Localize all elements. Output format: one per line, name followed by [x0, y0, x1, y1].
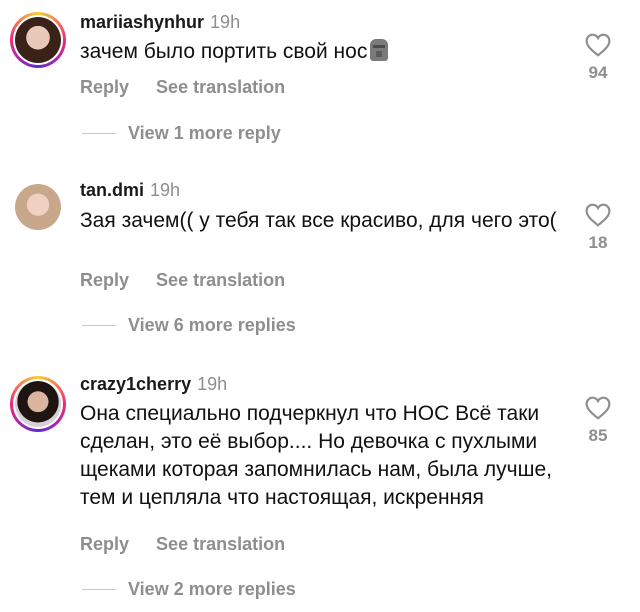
reply-button[interactable]: Reply: [80, 534, 129, 554]
username[interactable]: mariiashynhur: [80, 12, 204, 32]
view-replies-label: View 1 more reply: [128, 123, 281, 143]
comment-header: crazy1cherry 19h: [80, 374, 227, 395]
divider: [82, 589, 116, 590]
avatar: [15, 17, 61, 63]
view-replies-button[interactable]: View 6 more replies: [82, 315, 296, 336]
reply-button[interactable]: Reply: [80, 77, 129, 97]
comment-text: Зая зачем(( у тебя так все красиво, для …: [80, 209, 557, 232]
view-replies-button[interactable]: View 1 more reply: [82, 123, 281, 144]
comment-actions: Reply See translation: [80, 534, 307, 555]
like-control: 18: [582, 203, 614, 253]
divider: [82, 325, 116, 326]
like-count: 85: [588, 426, 608, 445]
timestamp: 19h: [150, 180, 181, 200]
heart-outline-icon[interactable]: [585, 203, 611, 227]
see-translation-button[interactable]: See translation: [156, 270, 285, 290]
like-control: 85: [582, 396, 614, 446]
comment-actions: Reply See translation: [80, 77, 307, 98]
view-replies-label: View 6 more replies: [128, 315, 296, 335]
comment-text-wrap: зачем было портить свой нос: [80, 38, 560, 66]
heart-outline-icon[interactable]: [585, 396, 611, 420]
comment-header: tan.dmi 19h: [80, 180, 180, 201]
moai-emoji-icon: [370, 39, 389, 61]
avatar-story-ring[interactable]: [10, 376, 66, 432]
timestamp: 19h: [197, 374, 228, 394]
avatar: [15, 381, 61, 427]
avatar-story-ring[interactable]: [10, 12, 66, 68]
comment-text: зачем было портить свой нос: [80, 40, 368, 63]
like-count: 18: [588, 233, 608, 252]
comment-header: mariiashynhur 19h: [80, 12, 240, 33]
like-control: 94: [582, 33, 614, 83]
reply-button[interactable]: Reply: [80, 270, 129, 290]
see-translation-button[interactable]: See translation: [156, 534, 285, 554]
divider: [82, 133, 116, 134]
username[interactable]: tan.dmi: [80, 180, 144, 200]
view-replies-button[interactable]: View 2 more replies: [82, 579, 296, 600]
username[interactable]: crazy1cherry: [80, 374, 191, 394]
comment-actions: Reply See translation: [80, 270, 307, 291]
see-translation-button[interactable]: See translation: [156, 77, 285, 97]
avatar-ring[interactable]: [10, 179, 66, 235]
avatar: [15, 184, 61, 230]
timestamp: 19h: [210, 12, 241, 32]
comment-text: Она специально подчеркнул что НОС Всё та…: [80, 402, 552, 509]
heart-outline-icon[interactable]: [585, 33, 611, 57]
like-count: 94: [588, 63, 608, 82]
view-replies-label: View 2 more replies: [128, 579, 296, 599]
